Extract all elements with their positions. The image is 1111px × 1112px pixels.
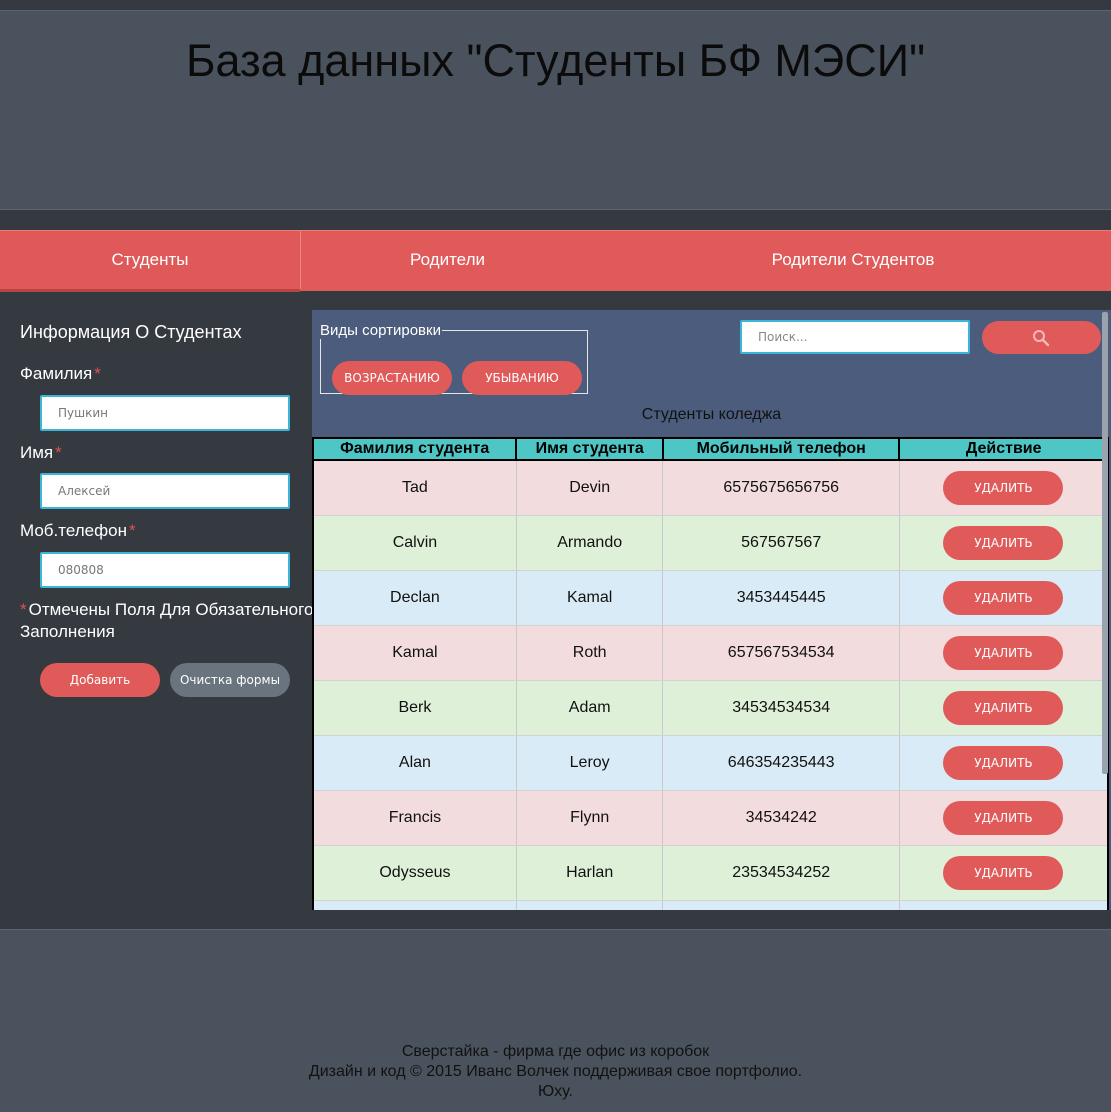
- cell-action: УДАЛИТЬ: [898, 570, 1109, 626]
- delete-button[interactable]: УДАЛИТЬ: [943, 856, 1064, 890]
- cell-firstname: Adam: [515, 680, 663, 736]
- table-row: Alan Leroy 646354235443 УДАЛИТЬ: [312, 735, 1109, 791]
- phone-label: Моб.телефон *: [20, 521, 136, 540]
- required-note: * Отмечены Поля Для Обязательного Заполне…: [20, 600, 312, 641]
- column-header-lastname[interactable]: Фамилия студента: [312, 437, 518, 461]
- cell-lastname: Odysseus: [312, 845, 517, 901]
- page-header: База данных "Студенты БФ МЭСИ": [0, 10, 1111, 210]
- table-header-row: Фамилия студента Имя студента Мобильный …: [312, 437, 1109, 461]
- table-cell: [662, 900, 900, 910]
- cell-lastname: Declan: [312, 570, 517, 626]
- sort-descending-button[interactable]: УБЫВАНИЮ: [462, 361, 582, 395]
- sort-ascending-button[interactable]: ВОЗРАСТАНИЮ: [332, 361, 452, 395]
- cell-firstname: Kamal: [515, 570, 663, 626]
- cell-action: УДАЛИТЬ: [898, 845, 1109, 901]
- table-row: Declan Kamal 3453445445 УДАЛИТЬ: [312, 570, 1109, 626]
- delete-button[interactable]: УДАЛИТЬ: [943, 636, 1064, 670]
- student-form-panel: Информация О Студентах Фамилия * Пушкин И…: [0, 310, 312, 910]
- table-row: Calvin Armando 567567567 УДАЛИТЬ: [312, 515, 1109, 571]
- students-panel: Виды сортировки ВОЗРАСТАНИЮ УБЫВАНИЮ Пои…: [312, 310, 1111, 910]
- tab-student-parents[interactable]: Родители Студентов: [595, 231, 1111, 289]
- cell-lastname: Alan: [312, 735, 517, 791]
- cell-action: УДАЛИТЬ: [898, 515, 1109, 571]
- clear-form-button[interactable]: Очистка формы: [170, 663, 290, 697]
- cell-action: УДАЛИТЬ: [898, 625, 1109, 681]
- table-cell: УДАЛИТЬ: [898, 900, 1109, 910]
- required-marker: *: [128, 521, 136, 540]
- firstname-input[interactable]: Алексей: [40, 473, 290, 509]
- cell-lastname: Calvin: [312, 515, 517, 571]
- sort-options: Виды сортировки ВОЗРАСТАНИЮ УБЫВАНИЮ: [320, 322, 588, 395]
- cell-action: УДАЛИТЬ: [898, 680, 1109, 736]
- table-row: Berk Adam 34534534534 УДАЛИТЬ: [312, 680, 1109, 736]
- cell-action: УДАЛИТЬ: [898, 735, 1109, 791]
- delete-button[interactable]: УДАЛИТЬ: [943, 746, 1064, 780]
- phone-input[interactable]: 080808: [40, 552, 290, 588]
- delete-button[interactable]: УДАЛИТЬ: [943, 526, 1064, 560]
- sort-legend: Виды сортировки: [320, 322, 441, 339]
- footer-line-company: Сверстайка - фирма где офис из коробок: [401, 1043, 710, 1060]
- column-header-phone[interactable]: Мобильный телефон: [661, 437, 901, 461]
- table-caption: Студенты коледжа: [641, 406, 782, 423]
- cell-lastname: Berk: [312, 680, 517, 736]
- search-icon: [1033, 330, 1050, 347]
- search-button[interactable]: [982, 321, 1101, 354]
- table-cell: [515, 900, 663, 910]
- cell-firstname: Harlan: [515, 845, 663, 901]
- table-scrollbar[interactable]: [1102, 312, 1108, 774]
- tab-parents[interactable]: Родители: [300, 231, 595, 289]
- table-row: УДАЛИТЬ: [312, 900, 1109, 910]
- required-marker: *: [94, 364, 101, 383]
- page-title: База данных "Студенты БФ МЭСИ": [185, 35, 926, 86]
- lastname-input[interactable]: Пушкин: [40, 395, 290, 431]
- cell-phone: 657567534534: [662, 625, 900, 681]
- cell-lastname: Kamal: [312, 625, 517, 681]
- delete-button[interactable]: УДАЛИТЬ: [943, 801, 1064, 835]
- cell-firstname: Leroy: [515, 735, 663, 791]
- table-cell: [312, 900, 517, 910]
- footer-line-credits: Дизайн и код © 2015 Иванс Волчек поддерж…: [308, 1063, 803, 1080]
- cell-phone: 646354235443: [662, 735, 900, 791]
- table-row: Tad Devin 6575675656756 УДАЛИТЬ: [312, 460, 1109, 516]
- footer-line-yay: Юху.: [537, 1083, 573, 1100]
- delete-button[interactable]: УДАЛИТЬ: [943, 581, 1064, 615]
- cell-lastname: Tad: [312, 460, 517, 516]
- add-button[interactable]: Добавить: [40, 663, 160, 697]
- table-row: Kamal Roth 657567534534 УДАЛИТЬ: [312, 625, 1109, 681]
- delete-button[interactable]: УДАЛИТЬ: [943, 691, 1064, 725]
- search-input[interactable]: Поиск...: [740, 320, 970, 354]
- cell-phone: 34534534534: [662, 680, 900, 736]
- form-title: Информация О Студентах: [20, 322, 242, 342]
- tab-students[interactable]: Студенты: [0, 231, 300, 292]
- table-row: Odysseus Harlan 23534534252 УДАЛИТЬ: [312, 845, 1109, 901]
- page-footer: Сверстайка - фирма где офис из коробок Д…: [0, 929, 1111, 1112]
- students-table: Фамилия студента Имя студента Мобильный …: [312, 437, 1109, 910]
- delete-button[interactable]: УДАЛИТЬ: [943, 471, 1064, 505]
- cell-firstname: Armando: [515, 515, 663, 571]
- cell-action: УДАЛИТЬ: [898, 460, 1109, 516]
- firstname-label: Имя *: [20, 443, 62, 462]
- cell-lastname: Francis: [312, 790, 517, 846]
- cell-firstname: Devin: [515, 460, 663, 516]
- required-marker: *: [20, 600, 27, 619]
- cell-phone: 34534242: [662, 790, 900, 846]
- cell-firstname: Roth: [515, 625, 663, 681]
- required-marker: *: [55, 443, 62, 462]
- cell-phone: 567567567: [662, 515, 900, 571]
- column-header-firstname[interactable]: Имя студента: [515, 437, 664, 461]
- lastname-label: Фамилия *: [20, 364, 101, 383]
- cell-firstname: Flynn: [515, 790, 663, 846]
- cell-phone: 23534534252: [662, 845, 900, 901]
- cell-phone: 6575675656756: [662, 460, 900, 516]
- table-row: Francis Flynn 34534242 УДАЛИТЬ: [312, 790, 1109, 846]
- cell-phone: 3453445445: [662, 570, 900, 626]
- column-header-action: Действие: [898, 437, 1109, 461]
- cell-action: УДАЛИТЬ: [898, 790, 1109, 846]
- main-nav: Студенты Родители Родители Студентов: [0, 230, 1111, 292]
